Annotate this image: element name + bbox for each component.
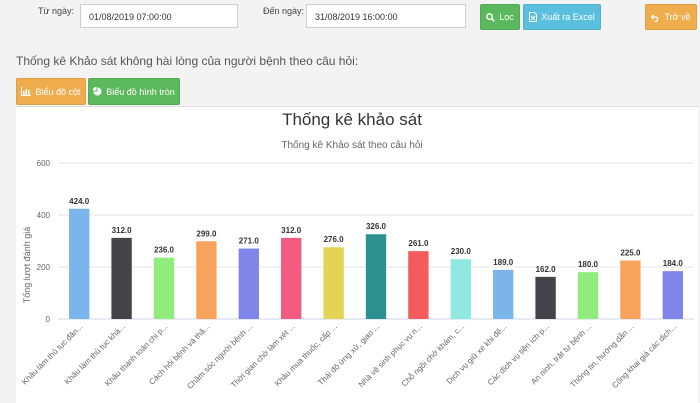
to-date-input[interactable]: 31/08/2019 16:00:00	[306, 4, 466, 28]
from-date-input[interactable]: 01/08/2019 07:00:00	[80, 4, 238, 28]
bar[interactable]	[238, 248, 259, 319]
bar[interactable]	[196, 241, 217, 319]
y-tick-label: 200	[37, 263, 51, 272]
bar-value-label: 424.0	[69, 197, 90, 206]
bar-value-label: 184.0	[663, 259, 684, 268]
y-tick-label: 400	[37, 211, 51, 220]
bar[interactable]	[662, 271, 683, 319]
bar-value-label: 299.0	[196, 229, 217, 238]
bar-chart: Thống kê khảo sát Thống kê Khảo sát theo…	[20, 110, 694, 391]
bar-value-label: 312.0	[112, 226, 133, 235]
pie-chart-button[interactable]: Biểu đồ hình tròn	[88, 78, 180, 105]
bar[interactable]	[365, 234, 387, 319]
chart-title: Thống kê khảo sát	[282, 110, 422, 129]
search-icon	[486, 12, 496, 22]
bar[interactable]	[323, 247, 344, 319]
chart-subtitle: Thống kê Khảo sát theo câu hỏi	[281, 139, 422, 151]
to-date-label: Đến ngày:	[263, 6, 305, 16]
bar-value-label: 326.0	[366, 222, 387, 231]
bar-value-label: 271.0	[239, 237, 260, 246]
filter-button-label: Lọc	[499, 12, 514, 22]
bar-value-label: 230.0	[451, 247, 472, 256]
bar-value-label: 225.0	[620, 249, 641, 258]
section-title: Thống kê Khảo sát không hài lòng của ngư…	[16, 54, 359, 68]
export-excel-button[interactable]: Xuất ra Excel	[523, 4, 601, 30]
bar-chart-icon	[21, 87, 32, 96]
bar-chart-button[interactable]: Biểu đồ cột	[16, 78, 86, 105]
back-button[interactable]: Trở về	[645, 4, 697, 30]
y-axis-title: Tổng lượt đánh giá	[22, 227, 32, 303]
bar[interactable]	[69, 208, 90, 319]
bar[interactable]	[535, 276, 556, 319]
file-excel-icon	[529, 12, 538, 22]
bar[interactable]	[577, 272, 599, 319]
bar-chart-button-label: Biểu đồ cột	[35, 86, 81, 97]
y-tick-label: 600	[37, 159, 51, 168]
bar-value-label: 312.0	[281, 226, 302, 235]
pie-chart-button-label: Biểu đồ hình tròn	[106, 86, 175, 97]
undo-icon	[651, 13, 659, 22]
y-tick-label: 0	[46, 315, 51, 324]
bar[interactable]	[111, 237, 132, 319]
pie-chart-icon	[93, 87, 102, 96]
bar-value-label: 180.0	[578, 260, 599, 269]
bar-value-label: 261.0	[408, 239, 429, 248]
bar-value-label: 236.0	[154, 246, 175, 255]
bar-value-label: 189.0	[493, 258, 514, 267]
bar-value-label: 276.0	[324, 235, 345, 244]
filter-button[interactable]: Lọc	[480, 4, 520, 30]
back-button-label: Trở về	[664, 12, 691, 22]
bar[interactable]	[153, 257, 175, 319]
bar[interactable]	[620, 260, 641, 320]
bar[interactable]	[408, 251, 429, 319]
export-excel-label: Xuất ra Excel	[541, 12, 595, 22]
from-date-label: Từ ngày:	[38, 6, 75, 16]
bar[interactable]	[493, 269, 514, 319]
bar-value-label: 162.0	[536, 265, 557, 274]
bar[interactable]	[450, 259, 471, 319]
bar[interactable]	[281, 237, 302, 319]
chart-panel: Thống kê khảo sát Thống kê Khảo sát theo…	[16, 106, 698, 403]
